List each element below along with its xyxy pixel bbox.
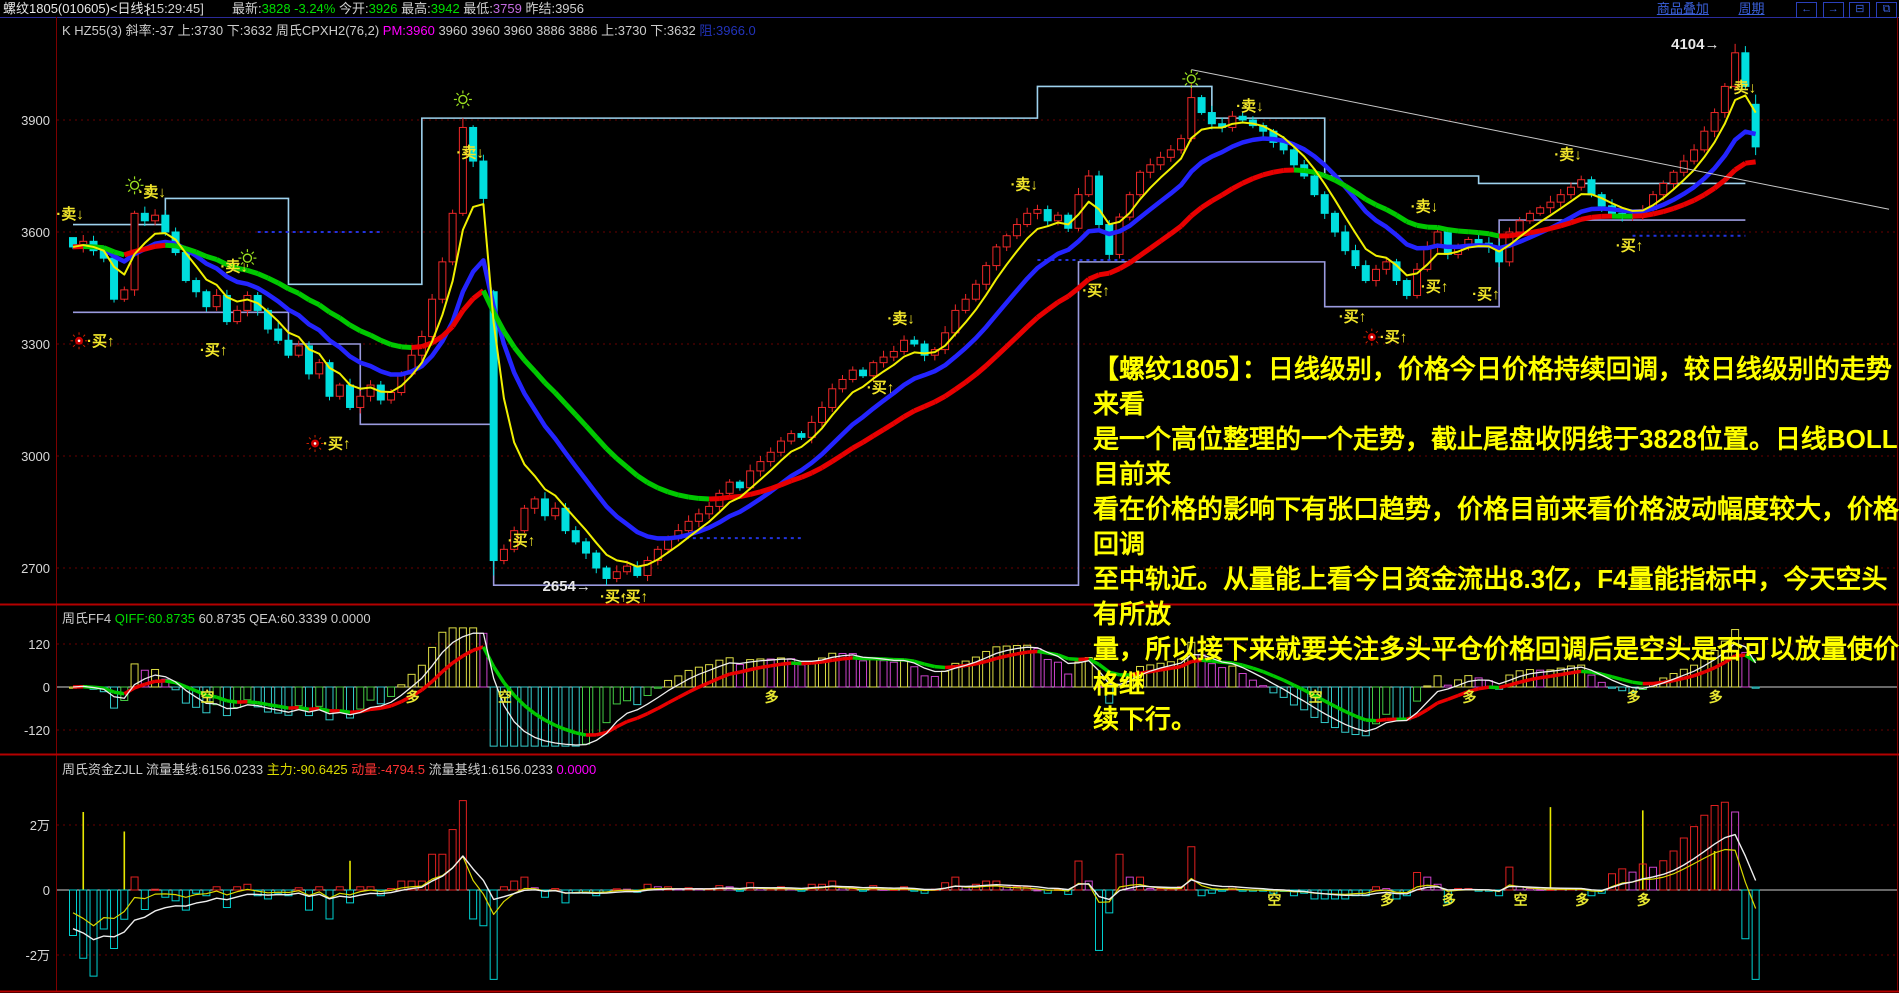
svg-text:0: 0 (43, 883, 50, 898)
svg-text:·卖↓: ·卖↓ (1729, 79, 1757, 96)
zjll-white-line (73, 835, 1756, 940)
svg-text:·买↑: ·买↑ (867, 379, 895, 396)
svg-text:4104→: 4104→ (1671, 36, 1719, 53)
svg-text:空: 空 (1267, 892, 1281, 908)
svg-text:·买↑: ·买↑ (1421, 279, 1449, 296)
svg-text:·卖↓: ·卖↓ (138, 184, 166, 201)
svg-text:多: 多 (406, 689, 420, 705)
svg-text:2654→: 2654→ (543, 578, 591, 595)
svg-text:3300: 3300 (21, 337, 50, 352)
svg-text:多: 多 (765, 689, 779, 705)
analysis-note-line: 量，所以接下来就要关注多头平仓价格回调后是空头是否可以放量使价格继 (1093, 632, 1899, 702)
svg-text:·卖↓: ·卖↓ (56, 206, 83, 223)
svg-text:-2万: -2万 (25, 948, 50, 963)
analysis-note-line: 看在价格的影响下有张口趋势，价格目前来看价格波动幅度较大，价格回调 (1093, 492, 1899, 562)
zjll-spikes (83, 807, 1714, 890)
upper-channel-line (73, 86, 1745, 284)
svg-text:·卖↓: ·卖↓ (1236, 98, 1264, 115)
svg-text:120: 120 (28, 637, 50, 652)
zjll-yellow-line (73, 850, 1756, 926)
swing-circle-markers (126, 70, 1201, 267)
svg-text:·卖↓: ·卖↓ (1554, 146, 1582, 163)
svg-text:多: 多 (1637, 892, 1651, 908)
svg-text:·卖↓: ·卖↓ (887, 311, 915, 328)
zjll-indicator-readout: 周氏资金ZJLL 流量基线:6156.0233 主力:-90.6425 动量:-… (62, 759, 596, 778)
svg-text:多: 多 (1575, 892, 1589, 908)
svg-text:·买↑: ·买↑ (621, 589, 649, 606)
svg-text:3600: 3600 (21, 225, 50, 240)
svg-text:·买↑: ·买↑ (1380, 329, 1408, 346)
svg-text:·卖↓: ·卖↓ (1010, 176, 1037, 193)
svg-text:3000: 3000 (21, 449, 50, 464)
main-indicator-readout: K HZ55(3) 斜率:-37 上:3730 下:3632 周氏CPXH2(7… (62, 20, 756, 39)
svg-text:·买↑: ·买↑ (87, 333, 115, 350)
svg-text:·买↑: ·买↑ (323, 435, 351, 452)
analysis-note-line: 续下行。 (1093, 702, 1899, 737)
svg-text:多: 多 (1380, 892, 1394, 908)
svg-text:·买↑: ·买↑ (508, 533, 536, 550)
svg-text:空: 空 (1514, 892, 1528, 908)
analysis-note-line: 【螺纹1805】：日线级别，价格今日价格持续回调，较日线级别的走势来看 (1093, 352, 1899, 422)
svg-text:·买↑: ·买↑ (1082, 282, 1110, 299)
svg-text:2万: 2万 (30, 818, 50, 833)
y-axis-labels: 3900 3600 3300 3000 2700 120 0 -120 2万 0 -2万 (21, 113, 50, 963)
svg-text:·买↑: ·买↑ (1339, 309, 1367, 326)
svg-text:·买↑: ·买↑ (1616, 238, 1644, 255)
trading-app-window: 螺纹1805(010605)<日线> [15:29:45] 最新:3828 -3… (0, 0, 1899, 993)
svg-text:-120: -120 (24, 723, 50, 738)
svg-text:0: 0 (43, 680, 50, 695)
svg-text:多: 多 (1442, 892, 1456, 908)
svg-text:·买↑: ·买↑ (200, 342, 228, 359)
svg-text:·卖↓: ·卖↓ (456, 145, 484, 162)
trendline (1191, 70, 1889, 210)
svg-text:2700: 2700 (21, 561, 50, 576)
svg-text:·卖↓: ·卖↓ (220, 258, 248, 275)
analysis-note: 【螺纹1805】：日线级别，价格今日价格持续回调，较日线级别的走势来看是一个高位… (1093, 352, 1899, 737)
svg-text:·买↑: ·买↑ (1472, 286, 1500, 303)
analysis-note-line: 至中轨近。从量能上看今日资金流出8.3亿，F4量能指标中，今天空头有所放 (1093, 562, 1899, 632)
svg-text:·卖↓: ·卖↓ (1411, 199, 1439, 216)
analysis-note-line: 是一个高位整理的一个走势，截止尾盘收阴线于3828位置。日线BOLL目前来 (1093, 422, 1899, 492)
svg-text:3900: 3900 (21, 113, 50, 128)
svg-text:空: 空 (200, 689, 214, 705)
svg-text:空: 空 (498, 689, 512, 705)
ff4-indicator-readout: 周氏FF4 QIFF:60.8735 60.8735 QEA:60.3339 0… (62, 608, 371, 627)
